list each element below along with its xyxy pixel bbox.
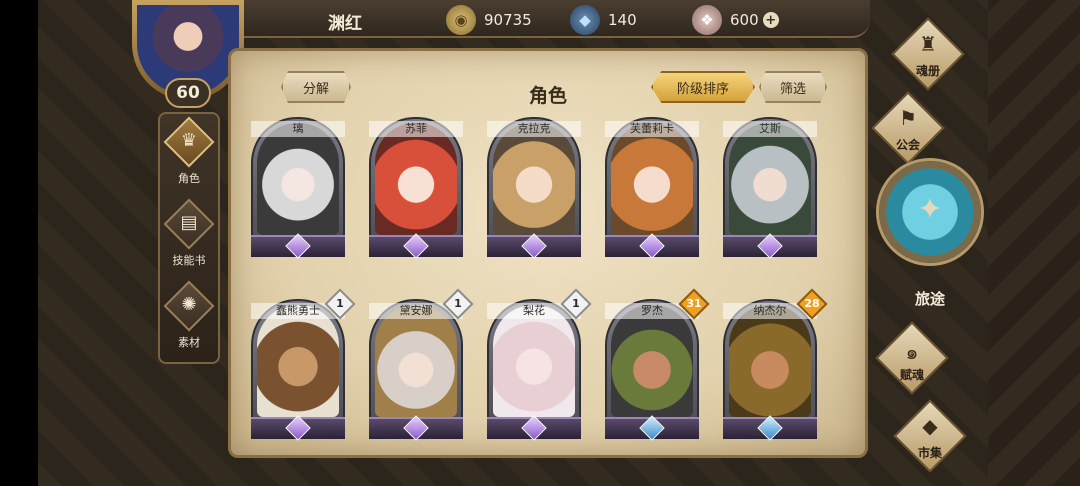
nav-soul-book[interactable]: ♜ 魂册 [880,17,976,91]
beast-icon: ✺ [181,294,197,315]
hero-card[interactable]: 梨花 1 [487,288,592,445]
player-level-badge: 60 [165,78,211,108]
hero-count: 28 [804,297,820,310]
hero-count: 31 [686,297,702,310]
coin-icon: ◉ [446,5,476,35]
hero-count: 1 [336,297,344,310]
hero-portrait [493,305,575,417]
journey-button[interactable]: ✦ 旅途 [872,158,988,310]
nav-label-soul-book: 魂册 [915,64,940,78]
hero-name: 克拉克 [487,121,581,137]
character-list-panel: 角色 分解 阶级排序 筛选 璃 苏菲 克拉克 芙蕾莉卡 艾斯 蠢熊勇士 1 黛安… [228,48,868,458]
nav-label-market: 市集 [917,446,942,460]
guild-icon: ⚑ [899,106,917,130]
hero-card[interactable]: 克拉克 [487,117,581,263]
screen-left-edge [0,0,38,486]
soul-swirl-icon: ๑ [905,340,919,364]
hero-name: 苏菲 [369,121,463,137]
gem-resource[interactable]: ◆ 140 [570,5,637,35]
hero-name: 芙蕾莉卡 [605,121,699,137]
nav-label-soul-infusion: 赋魂 [899,368,924,382]
hero-card[interactable]: 苏菲 [369,117,463,263]
hero-card[interactable]: 罗杰 31 [605,288,710,445]
hero-name: 璃 [251,121,345,137]
left-category-nav: ♛ 角色 ▤ 技能书 ✺ 素材 [158,112,220,364]
helmet-icon: ♛ [180,130,198,151]
filter-button[interactable]: 筛选 [759,71,827,103]
hero-portrait [611,123,693,235]
hero-portrait [375,123,457,235]
gold-resource[interactable]: ◉ 90735 [446,5,532,35]
sort-by-rank-button[interactable]: 阶级排序 [651,71,755,103]
screen-right-edge [988,0,1080,486]
book-icon: ▤ [180,212,198,233]
nav-item-characters[interactable]: ♛ 角色 [160,116,218,194]
gem-amount: 140 [608,11,637,29]
nav-label-skill-books: 技能书 [172,254,206,267]
journey-emblem-icon: ✦ [917,192,943,227]
market-icon: ◆ [922,414,938,438]
soul-book-icon: ♜ [919,32,937,56]
hero-count: 1 [572,297,580,310]
gold-amount: 90735 [484,11,532,29]
nav-item-skill-books[interactable]: ▤ 技能书 [160,198,218,276]
game-screen: 渊红 ◉ 90735 ◆ 140 ❖ 600 + 60 ♛ 角色 ▤ 技能书 ✺… [0,0,1080,486]
hero-name: 艾斯 [723,121,817,137]
gem-icon: ◆ [570,5,600,35]
hero-portrait [729,123,811,235]
nav-label-characters: 角色 [178,172,200,185]
hero-portrait [729,305,811,417]
hero-card[interactable]: 黛安娜 1 [369,288,474,445]
decompose-button[interactable]: 分解 [281,71,351,103]
journey-label: 旅途 [914,290,945,308]
player-name: 渊红 [328,14,362,34]
nav-item-materials[interactable]: ✺ 素材 [160,280,218,358]
hero-portrait [375,305,457,417]
nav-soul-infusion[interactable]: ๑ 赋魂 [864,321,960,395]
hero-card[interactable]: 纳杰尔 28 [723,288,828,445]
hero-portrait [257,305,339,417]
hero-card[interactable]: 璃 [251,117,345,263]
hero-portrait [611,305,693,417]
add-crystal-button[interactable]: + [762,12,779,28]
crystal-resource[interactable]: ❖ 600 + [692,5,779,35]
hero-portrait [493,123,575,235]
nav-label-materials: 素材 [178,336,200,349]
nav-guild[interactable]: ⚑ 公会 [860,91,956,165]
nav-market[interactable]: ◆ 市集 [882,399,978,473]
nav-label-guild: 公会 [895,138,920,152]
hero-count: 1 [454,297,462,310]
crystal-icon: ❖ [692,5,722,35]
hero-card[interactable]: 艾斯 [723,117,817,263]
hero-card[interactable]: 芙蕾莉卡 [605,117,699,263]
hero-card[interactable]: 蠢熊勇士 1 [251,288,356,445]
hero-portrait [257,123,339,235]
crystal-amount: 600 [730,11,759,29]
